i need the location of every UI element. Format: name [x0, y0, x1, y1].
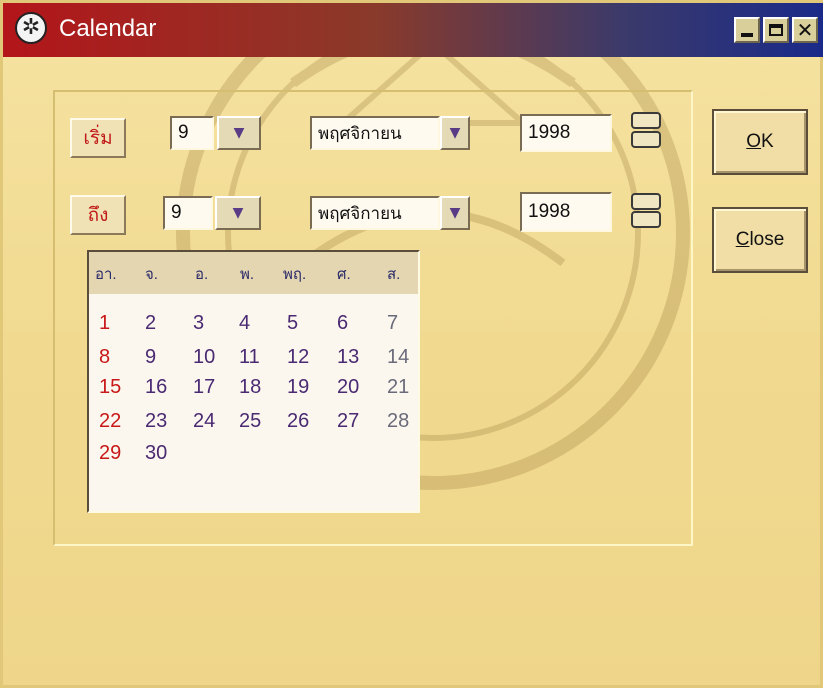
calendar-day[interactable]: 22	[99, 410, 121, 433]
close-button[interactable]: Close	[712, 207, 808, 273]
calendar-day[interactable]: 2	[145, 312, 156, 335]
calendar-day[interactable]: 13	[337, 346, 359, 369]
app-icon: ✲	[15, 12, 47, 44]
weekday-wed: พ.	[240, 266, 255, 283]
calendar-day[interactable]: 26	[287, 410, 309, 433]
calendar-day[interactable]: 25	[239, 410, 261, 433]
to-year-down-button[interactable]	[631, 211, 661, 228]
calendar-day[interactable]: 23	[145, 410, 167, 433]
maximize-icon	[769, 24, 783, 36]
close-label-rest: lose	[749, 229, 785, 250]
to-month-dropdown[interactable]: ▼	[440, 196, 470, 230]
from-month-field[interactable]: พฤศจิกายน	[310, 116, 440, 150]
chevron-down-icon: ▼	[449, 125, 461, 141]
from-year-up-button[interactable]	[631, 112, 661, 129]
calendar-day[interactable]: 12	[287, 346, 309, 369]
from-day-field[interactable]: 9	[170, 116, 214, 150]
ok-label-rest: K	[761, 131, 774, 152]
to-label: ถึง	[87, 205, 109, 226]
calendar-day[interactable]: 8	[99, 346, 110, 369]
calendar-window: ✲ Calendar ✕ เริ่ม 9 ▼ พฤศจิกายน ▼ 1998 …	[0, 0, 823, 688]
window-title: Calendar	[59, 15, 157, 42]
calendar-day[interactable]: 7	[387, 312, 398, 335]
to-year-up-button[interactable]	[631, 193, 661, 210]
calendar-day[interactable]: 28	[387, 410, 409, 433]
calendar-day[interactable]: 20	[337, 376, 359, 399]
close-underlined-char: C	[735, 229, 750, 250]
calendar-day[interactable]: 27	[337, 410, 359, 433]
from-month-dropdown[interactable]: ▼	[440, 116, 470, 150]
maximize-button[interactable]	[763, 17, 789, 43]
calendar-day[interactable]: 24	[193, 410, 215, 433]
title-bar[interactable]: ✲ Calendar ✕	[3, 3, 823, 57]
calendar-day[interactable]: 3	[193, 312, 204, 335]
calendar-day[interactable]: 16	[145, 376, 167, 399]
from-label-button[interactable]: เริ่ม	[70, 118, 126, 158]
close-icon: ✕	[796, 18, 814, 42]
chevron-down-icon: ▼	[449, 205, 461, 221]
to-day-dropdown[interactable]: ▼	[215, 196, 261, 230]
to-year-field[interactable]: 1998	[520, 192, 612, 232]
calendar-day[interactable]: 6	[337, 312, 348, 335]
weekday-tue: อ.	[195, 266, 209, 283]
weekday-mon: จ.	[145, 266, 158, 283]
calendar-day[interactable]: 11	[239, 346, 260, 369]
weekday-sun: อา.	[95, 266, 117, 283]
calendar-day[interactable]: 9	[145, 346, 156, 369]
calendar-day[interactable]: 30	[145, 442, 167, 465]
weekday-header: อา. จ. อ. พ. พฤ. ศ. ส.	[89, 252, 418, 294]
from-year-value: 1998	[528, 122, 571, 143]
close-window-button[interactable]: ✕	[792, 17, 818, 43]
minimize-icon	[741, 33, 753, 37]
to-label-button[interactable]: ถึง	[70, 195, 126, 235]
from-year-field[interactable]: 1998	[520, 114, 612, 152]
chevron-down-icon: ▼	[233, 125, 245, 141]
from-year-down-button[interactable]	[631, 131, 661, 148]
month-calendar[interactable]: อา. จ. อ. พ. พฤ. ศ. ส. 1 2 3 4 5 6 7 8 9 10 11 12 13…	[87, 250, 420, 513]
calendar-day[interactable]: 19	[287, 376, 309, 399]
calendar-day[interactable]: 5	[287, 312, 298, 335]
chevron-down-icon: ▼	[232, 205, 244, 221]
minimize-button[interactable]	[734, 17, 760, 43]
ok-underlined-char: O	[746, 131, 762, 152]
to-day-field[interactable]: 9	[163, 196, 213, 230]
calendar-day[interactable]: 4	[239, 312, 250, 335]
calendar-day[interactable]: 21	[387, 376, 409, 399]
calendar-day[interactable]: 17	[193, 376, 215, 399]
to-year-value: 1998	[528, 201, 571, 222]
from-day-dropdown[interactable]: ▼	[217, 116, 261, 150]
to-month-value: พฤศจิกายน	[318, 203, 402, 223]
from-month-value: พฤศจิกายน	[318, 123, 402, 143]
calendar-day[interactable]: 18	[239, 376, 261, 399]
calendar-day[interactable]: 15	[99, 376, 121, 399]
ok-button[interactable]: OK	[712, 109, 808, 175]
from-day-value: 9	[178, 122, 189, 143]
calendar-day[interactable]: 14	[387, 346, 409, 369]
to-month-field[interactable]: พฤศจิกายน	[310, 196, 440, 230]
weekday-sat: ส.	[387, 266, 401, 283]
weekday-fri: ศ.	[337, 266, 351, 283]
calendar-day[interactable]: 1	[99, 312, 110, 335]
weekday-thu: พฤ.	[283, 266, 307, 283]
calendar-day[interactable]: 29	[99, 442, 121, 465]
from-label: เริ่ม	[83, 128, 113, 149]
calendar-day[interactable]: 10	[193, 346, 215, 369]
to-day-value: 9	[171, 202, 182, 223]
